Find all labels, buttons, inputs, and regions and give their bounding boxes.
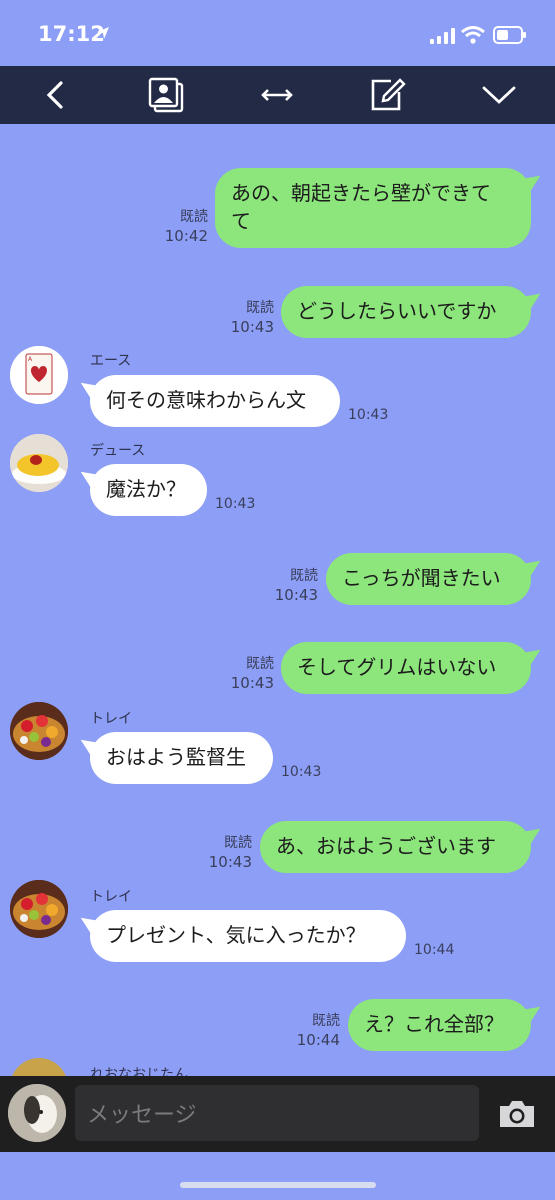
incoming-message-bubble[interactable]: 魔法か？ [90, 464, 207, 516]
status-bar: 17:12 [0, 0, 555, 66]
outgoing-message-bubble[interactable]: え？これ全部？ [348, 999, 531, 1051]
outgoing-message-bubble[interactable]: そしてグリムはいない [281, 642, 531, 694]
avatar-leona[interactable] [10, 1058, 68, 1076]
message-meta: 既読 10:42 [165, 208, 208, 246]
message-text: おはよう監督生 [106, 745, 246, 769]
message-text: そしてグリムはいない [297, 655, 497, 679]
incoming-message-bubble[interactable]: おはよう監督生 [90, 732, 273, 784]
fruit-tart-icon [10, 702, 68, 760]
message-input[interactable]: メッセージ [75, 1085, 479, 1141]
message-time: 10:43 [281, 764, 322, 780]
read-receipt: 既読 [224, 835, 252, 851]
sender-name: トレイ [90, 711, 132, 727]
camera-icon [500, 1101, 534, 1127]
message-text-line: て [231, 209, 251, 233]
signal-icon [430, 28, 455, 44]
message-meta: 既読 10:43 [231, 655, 274, 693]
sender-name: デュース [90, 443, 146, 459]
outgoing-message-bubble[interactable]: どうしたらいいですか [281, 286, 531, 338]
message-meta: 既読 10:43 [275, 567, 318, 605]
message-time: 10:43 [230, 318, 274, 336]
avatar-trey[interactable] [10, 880, 68, 938]
location-arrow-icon [97, 27, 109, 39]
back-icon [46, 81, 63, 109]
avatar-deuce[interactable] [10, 434, 68, 492]
bottom-safe-area [0, 1152, 555, 1200]
chevron-down-icon [482, 86, 516, 104]
message-time: 10:43 [215, 496, 256, 512]
message-time: 10:44 [414, 942, 455, 958]
compose-icon [371, 78, 406, 111]
message-text: え？これ全部？ [364, 1012, 504, 1036]
message-text: 何その意味わからん文 [106, 388, 306, 412]
incoming-message-bubble[interactable]: 何その意味わからん文 [90, 375, 340, 427]
status-time: 17:12 [38, 22, 105, 46]
read-receipt: 既読 [246, 656, 274, 672]
sender-name: トレイ [90, 889, 132, 905]
chat-toolbar [0, 66, 555, 124]
battery-icon [493, 26, 526, 44]
message-text: 魔法か？ [106, 477, 186, 501]
message-text-line: あの、朝起きたら壁ができて [231, 181, 491, 205]
incoming-message-bubble[interactable]: プレゼント、気に入ったか？ [90, 910, 406, 962]
message-meta: 既読 10:43 [231, 299, 274, 337]
avatar-trey[interactable] [10, 702, 68, 760]
read-receipt: 既読 [290, 568, 318, 584]
message-time: 10:43 [208, 853, 252, 871]
album-icon [148, 77, 184, 113]
album-button[interactable] [136, 66, 196, 124]
home-indicator[interactable] [180, 1182, 376, 1188]
avatar-ace[interactable]: A [10, 346, 68, 404]
message-time: 10:44 [296, 1031, 340, 1049]
message-input-placeholder: メッセージ [87, 1103, 197, 1128]
fruit-tart-icon [10, 880, 68, 938]
compose-button[interactable] [358, 66, 418, 124]
message-time: 10:43 [274, 586, 318, 604]
profile-photo-icon [8, 1084, 66, 1142]
sender-name: エース [90, 353, 132, 369]
read-receipt: 既読 [312, 1013, 340, 1029]
message-meta: 既読 10:43 [209, 834, 252, 872]
expand-button[interactable] [247, 66, 307, 124]
outgoing-message-bubble[interactable]: こっちが聞きたい [326, 553, 531, 605]
message-text: どうしたらいいですか [297, 299, 497, 323]
message-time: 10:43 [348, 407, 389, 423]
sender-name: れおなおじたん [90, 1067, 188, 1076]
camera-button[interactable] [497, 1098, 537, 1134]
my-avatar[interactable] [8, 1084, 66, 1142]
message-time: 10:43 [230, 674, 274, 692]
message-input-bar: メッセージ [0, 1076, 555, 1152]
message-text: こっちが聞きたい [342, 566, 501, 590]
message-time: 10:42 [164, 227, 208, 245]
outgoing-message-bubble[interactable]: あ、おはようございます [260, 821, 531, 873]
back-button[interactable] [25, 66, 85, 124]
omelette-icon [10, 434, 68, 492]
wifi-icon [461, 26, 485, 44]
message-text: プレゼント、気に入ったか？ [106, 923, 366, 947]
outgoing-message-bubble[interactable]: あの、朝起きたら壁ができて て [215, 168, 531, 248]
read-receipt: 既読 [180, 209, 208, 225]
chat-messages[interactable]: 既読 10:42 あの、朝起きたら壁ができて て 既読 10:43 どうしたらい… [0, 124, 555, 1076]
message-text: あ、おはようございます [276, 834, 496, 858]
ace-card-icon: A [10, 346, 68, 404]
expand-icon [261, 89, 293, 101]
message-meta: 既読 10:44 [297, 1012, 340, 1050]
menu-chevron-button[interactable] [469, 66, 529, 124]
read-receipt: 既読 [246, 300, 274, 316]
